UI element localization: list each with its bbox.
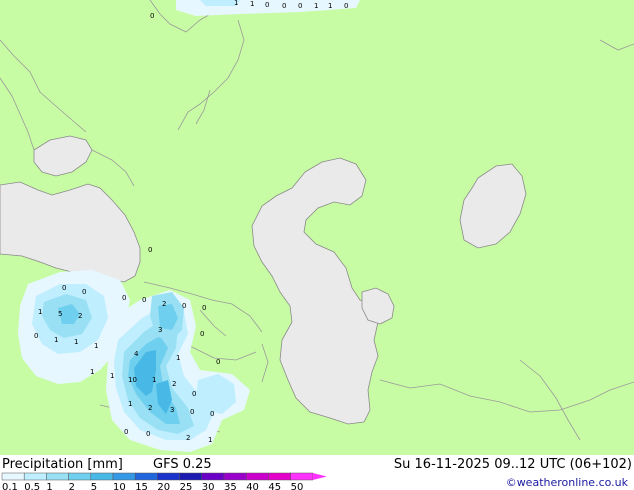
- map-value: 1: [128, 400, 132, 408]
- legend-tick-label: 10: [113, 482, 126, 490]
- legend-swatch: [1, 472, 25, 481]
- map-value: 1: [328, 2, 332, 10]
- map-value: 0: [298, 2, 302, 10]
- map-value: 0: [210, 410, 214, 418]
- map-value: 1: [38, 308, 42, 316]
- map-footer: Precipitation [mm] GFS 0.25 Su 16-11-202…: [0, 455, 634, 490]
- map-value: 0: [192, 390, 196, 398]
- map-value: 3: [158, 326, 162, 334]
- map-value: 1: [152, 376, 156, 384]
- map-value: 0: [182, 302, 186, 310]
- map-value: 0: [62, 284, 66, 292]
- legend-swatch: [290, 472, 314, 481]
- precipitation-map: 0 1 1 0 0 0 1 1 0 0 0 0 1 5 2 0 1 1 1 1 …: [0, 0, 634, 455]
- map-value: 2: [172, 380, 176, 388]
- legend-swatch: [46, 472, 69, 481]
- map-value: 0: [150, 12, 154, 20]
- legend-tick-label: 25: [179, 482, 193, 490]
- legend-tick-label: 1: [46, 482, 53, 490]
- map-value: 3: [170, 406, 174, 414]
- map-value: 0: [200, 330, 204, 338]
- map-value: 0: [146, 430, 150, 438]
- legend-tick-label: 5: [90, 482, 98, 490]
- map-value: 0: [190, 408, 194, 416]
- map-value: 5: [58, 310, 62, 318]
- map-value: 1: [74, 338, 78, 346]
- legend-color-bar: [1, 472, 327, 481]
- map-value: 1: [234, 0, 238, 7]
- map-value: 2: [78, 312, 82, 320]
- legend-tick-label: 35: [224, 482, 237, 490]
- map-value: 0: [124, 428, 128, 436]
- map-value: 1: [90, 368, 94, 376]
- legend-arrow: [312, 473, 327, 480]
- map-value: 1: [94, 342, 98, 350]
- legend-tick-label: 45: [268, 482, 282, 490]
- legend-tick-label: 50: [290, 482, 304, 490]
- precipitation-legend: 0.1 0.5 1 2 5 10 15 20 25 30 35 40 45 50: [0, 472, 340, 490]
- map-value: 1: [208, 436, 212, 444]
- legend-tick-label: 15: [135, 482, 148, 490]
- legend-swatch: [157, 472, 180, 481]
- map-value: 0: [216, 358, 220, 366]
- map-value: 0: [148, 246, 152, 254]
- map-value: 0: [34, 332, 38, 340]
- legend-swatch: [23, 472, 47, 481]
- map-value: 1: [314, 2, 318, 10]
- legend-swatch: [112, 472, 136, 481]
- map-value: 1: [250, 0, 254, 8]
- map-value: 0: [265, 1, 269, 9]
- weather-map-page: 0 1 1 0 0 0 1 1 0 0 0 0 1 5 2 0 1 1 1 1 …: [0, 0, 634, 490]
- map-value: 2: [186, 434, 190, 442]
- legend-swatch: [201, 472, 225, 481]
- map-value: 0: [142, 296, 146, 304]
- legend-tick-label: 0.1: [2, 482, 18, 490]
- map-value: 2: [162, 300, 166, 308]
- map-value: 1: [110, 372, 114, 380]
- model-name: GFS 0.25: [153, 457, 212, 472]
- legend-tick-label: 0.5: [24, 482, 41, 490]
- legend-tick-label: 2: [68, 482, 75, 490]
- legend-swatch: [90, 472, 114, 481]
- map-title: Precipitation [mm]: [2, 457, 123, 472]
- map-value: 10: [128, 376, 137, 384]
- map-value: 0: [344, 2, 348, 10]
- legend-tick-label: 20: [157, 482, 171, 490]
- map-value: 1: [54, 336, 58, 344]
- map-value: 4: [134, 350, 139, 358]
- legend-swatch: [134, 472, 158, 481]
- legend-swatch: [268, 472, 291, 481]
- legend-swatch: [223, 472, 247, 481]
- legend-swatch: [245, 472, 269, 481]
- site-credit: ©weatheronline.co.uk: [505, 476, 628, 489]
- map-value: 0: [82, 288, 86, 296]
- legend-swatch: [179, 472, 203, 481]
- legend-tick-label: 40: [246, 482, 259, 490]
- legend-tick-label: 30: [201, 482, 215, 490]
- map-value: 2: [148, 404, 152, 412]
- map-value: 0: [282, 2, 286, 10]
- legend-swatch: [68, 472, 92, 481]
- valid-time: Su 16-11-2025 09..12 UTC (06+102): [393, 457, 632, 472]
- map-value: 0: [202, 304, 206, 312]
- map-value: 1: [176, 354, 180, 362]
- map-value: 0: [122, 294, 126, 302]
